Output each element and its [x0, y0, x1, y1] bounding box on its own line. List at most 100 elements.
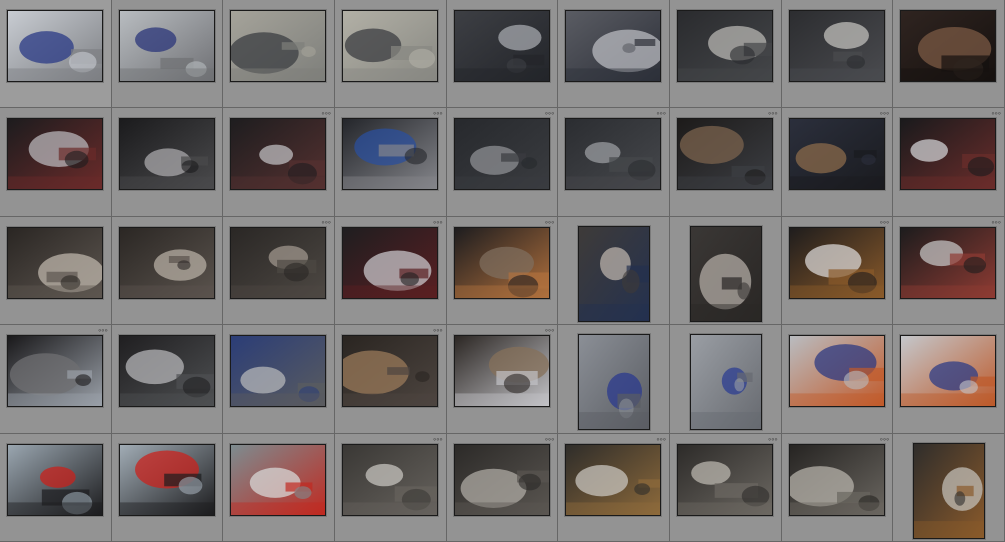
thumb-bench-vise-2[interactable] — [118, 10, 215, 82]
grid-cell[interactable]: ◦◦◦ — [781, 108, 894, 217]
grid-cell[interactable] — [781, 325, 894, 434]
more-options-icon[interactable]: ◦◦◦ — [321, 217, 331, 226]
thumb-camshafts-1[interactable] — [676, 10, 773, 82]
grid-cell[interactable]: ◦◦◦ — [0, 325, 112, 434]
grid-cell[interactable] — [669, 0, 782, 109]
thumb-engine-case-1[interactable] — [900, 10, 997, 82]
thumb-gauges-1[interactable] — [230, 443, 327, 516]
thumb-rear-wheel-2[interactable] — [788, 118, 885, 191]
thumb-engine-top-1[interactable] — [341, 335, 438, 408]
grid-cell[interactable]: ◦◦◦ — [781, 216, 894, 326]
grid-cell[interactable]: ◦◦◦ — [781, 433, 894, 542]
grid-cell[interactable] — [893, 325, 1005, 434]
thumb-footpeg-3[interactable] — [230, 118, 327, 191]
grid-cell[interactable] — [111, 216, 224, 326]
grid-cell[interactable]: ◦◦◦ — [446, 325, 559, 434]
grid-cell[interactable] — [223, 433, 335, 542]
thumb-footpeg-2[interactable] — [118, 118, 215, 191]
grid-cell[interactable] — [0, 433, 112, 542]
grid-cell[interactable] — [111, 0, 224, 109]
thumb-headers-1[interactable] — [578, 225, 651, 322]
more-options-icon[interactable]: ◦◦◦ — [545, 109, 555, 118]
thumb-engine-exhaust-2[interactable] — [453, 226, 550, 299]
more-options-icon[interactable]: ◦◦◦ — [656, 434, 666, 443]
thumb-cylinder-head-1[interactable] — [453, 10, 550, 82]
grid-cell[interactable] — [446, 0, 559, 109]
grid-cell[interactable] — [558, 325, 670, 434]
thumb-radiator-2[interactable] — [230, 335, 327, 408]
grid-cell[interactable] — [669, 325, 782, 434]
thumb-vise-mount-2[interactable] — [341, 10, 438, 82]
grid-cell[interactable]: ◦◦◦ — [558, 108, 670, 217]
thumb-engine-exhaust-1[interactable] — [341, 226, 438, 299]
more-options-icon[interactable]: ◦◦◦ — [321, 109, 331, 118]
thumb-water-pump-2[interactable] — [118, 226, 215, 299]
thumb-cylinder-head-2[interactable] — [565, 10, 662, 82]
more-options-icon[interactable]: ◦◦◦ — [545, 326, 555, 335]
thumb-footpeg-1[interactable] — [7, 118, 103, 191]
thumb-frame-3[interactable] — [565, 118, 662, 191]
grid-cell[interactable] — [111, 325, 224, 434]
grid-cell[interactable] — [558, 0, 670, 109]
grid-cell[interactable]: ◦◦◦ — [893, 216, 1005, 326]
more-options-icon[interactable]: ◦◦◦ — [545, 434, 555, 443]
grid-cell[interactable]: ◦◦◦ — [334, 108, 447, 217]
grid-cell[interactable]: ◦◦◦ — [669, 108, 782, 217]
thumb-engine-top-2[interactable] — [453, 335, 550, 408]
thumb-bench-vise-1[interactable] — [7, 10, 103, 82]
thumb-vise-portrait-1[interactable] — [578, 334, 651, 431]
grid-cell[interactable] — [111, 433, 224, 542]
grid-cell[interactable]: ◦◦◦ — [223, 108, 335, 217]
more-options-icon[interactable]: ◦◦◦ — [656, 109, 666, 118]
thumb-camshafts-2[interactable] — [788, 10, 885, 82]
grid-cell[interactable]: ◦◦◦ — [669, 433, 782, 542]
grid-cell[interactable]: ◦◦◦ — [446, 108, 559, 217]
thumb-clutch-1[interactable] — [453, 443, 550, 516]
thumb-water-pump-1[interactable] — [7, 226, 103, 299]
grid-cell[interactable] — [223, 0, 335, 109]
thumb-engine-block-1[interactable] — [341, 443, 438, 516]
grid-cell[interactable] — [669, 216, 782, 326]
thumb-engine-portrait-1[interactable] — [913, 442, 986, 539]
more-options-icon[interactable]: ◦◦◦ — [433, 109, 443, 118]
grid-cell[interactable] — [0, 216, 112, 326]
grid-cell[interactable] — [0, 0, 112, 109]
grid-cell[interactable] — [334, 0, 447, 109]
grid-cell[interactable]: ◦◦◦ — [223, 216, 335, 326]
thumb-vise-mount-1[interactable] — [230, 10, 327, 82]
more-options-icon[interactable]: ◦◦◦ — [880, 109, 890, 118]
thumb-engine-block-3[interactable] — [676, 443, 773, 516]
thumb-headers-2[interactable] — [689, 225, 762, 322]
thumb-bench-vise-3[interactable] — [788, 335, 885, 408]
thumb-compressor-2[interactable] — [118, 443, 215, 516]
thumb-brake-caliper-1[interactable] — [7, 335, 103, 408]
more-options-icon[interactable]: ◦◦◦ — [880, 434, 890, 443]
thumb-engine-block-4[interactable] — [788, 443, 885, 516]
more-options-icon[interactable]: ◦◦◦ — [545, 217, 555, 226]
grid-cell[interactable]: ◦◦◦ — [446, 216, 559, 326]
grid-cell[interactable]: ◦◦◦ — [334, 216, 447, 326]
grid-cell[interactable] — [558, 216, 670, 326]
grid-cell[interactable] — [893, 0, 1005, 109]
more-options-icon[interactable]: ◦◦◦ — [768, 434, 778, 443]
more-options-icon[interactable]: ◦◦◦ — [991, 217, 1001, 226]
thumb-bench-vise-4[interactable] — [900, 335, 997, 408]
thumb-engine-block-2[interactable] — [565, 443, 662, 516]
thumb-compressor-1[interactable] — [7, 443, 103, 516]
grid-cell[interactable] — [223, 325, 335, 434]
thumb-radiator-1[interactable] — [118, 335, 215, 408]
grid-cell[interactable]: ◦◦◦ — [446, 433, 559, 542]
grid-cell[interactable]: ◦◦◦ — [334, 433, 447, 542]
grid-cell[interactable] — [781, 0, 894, 109]
more-options-icon[interactable]: ◦◦◦ — [433, 434, 443, 443]
grid-cell[interactable]: ◦◦◦ — [893, 108, 1005, 217]
grid-cell[interactable]: ◦◦◦ — [334, 325, 447, 434]
more-options-icon[interactable]: ◦◦◦ — [991, 109, 1001, 118]
grid-cell[interactable] — [893, 433, 1005, 542]
grid-cell[interactable] — [0, 108, 112, 217]
thumb-frame-1[interactable] — [341, 118, 438, 191]
more-options-icon[interactable]: ◦◦◦ — [880, 217, 890, 226]
grid-cell[interactable] — [111, 108, 224, 217]
thumb-rear-wheel-1[interactable] — [676, 118, 773, 191]
more-options-icon[interactable]: ◦◦◦ — [433, 326, 443, 335]
